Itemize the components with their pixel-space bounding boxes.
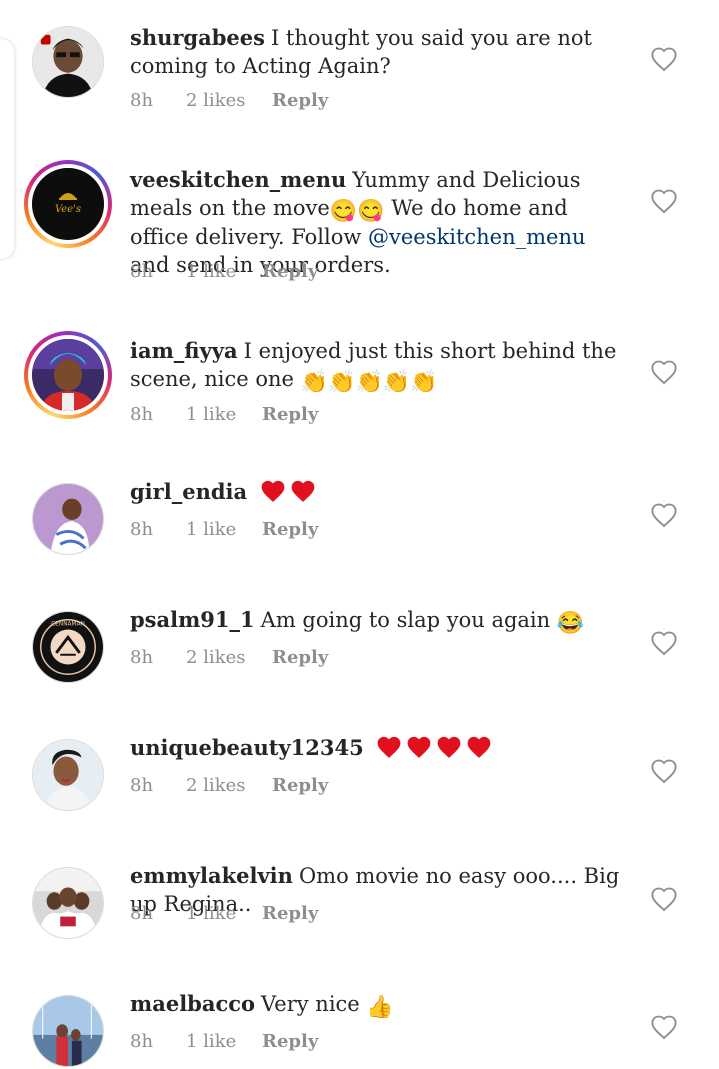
comment-username[interactable]: emmylakelvin [130, 863, 293, 888]
reply-button[interactable]: Reply [262, 903, 318, 924]
comment-time: 8h [130, 519, 154, 540]
avatar-photo [33, 27, 103, 97]
emoji: 👍 [366, 995, 394, 1020]
comment-time: 8h [130, 90, 154, 111]
avatar-photo [33, 868, 103, 938]
comment-likes[interactable]: 1 like [186, 261, 262, 282]
reply-button[interactable]: Reply [262, 404, 318, 425]
red-heart-icon [438, 736, 461, 758]
reply-button[interactable]: Reply [262, 519, 318, 540]
heart-outline-icon[interactable] [650, 502, 678, 528]
red-hearts [376, 736, 496, 760]
comment-time: 8h [130, 775, 154, 796]
comment-username[interactable]: girl_endia [130, 479, 247, 504]
comment-likes[interactable]: 1 like [186, 519, 262, 540]
comment-username[interactable]: veeskitchen_menu [130, 167, 346, 192]
comment-username[interactable]: shurgabees [130, 25, 265, 50]
mention-link[interactable]: @veeskitchen_menu [368, 225, 586, 249]
comment-time: 8h [130, 903, 154, 924]
comment-text: Very nice [261, 992, 360, 1016]
avatar[interactable] [32, 739, 104, 811]
red-heart-icon [291, 480, 315, 502]
reply-button[interactable]: Reply [272, 647, 328, 668]
comment-username[interactable]: uniquebeauty12345 [130, 735, 364, 760]
reply-button[interactable]: Reply [262, 1031, 318, 1052]
heart-outline-icon[interactable] [650, 1014, 678, 1040]
comment-time: 8h [130, 1031, 154, 1052]
comment-text: Am going to slap you again [260, 608, 551, 632]
red-heart-icon [261, 480, 285, 502]
reply-button[interactable]: Reply [272, 775, 328, 796]
reply-button[interactable]: Reply [262, 261, 318, 282]
comment-time: 8h [130, 647, 154, 668]
avatar[interactable] [32, 995, 104, 1067]
emoji: 😂 [556, 611, 585, 636]
comment-username[interactable]: iam_fiyya [130, 338, 238, 363]
avatar[interactable]: CENNAMAN [32, 611, 104, 683]
heart-outline-icon[interactable] [650, 758, 678, 784]
reply-button[interactable]: Reply [272, 90, 328, 111]
heart-outline-icon[interactable] [650, 359, 678, 385]
comment-likes[interactable]: 1 like [186, 1031, 262, 1052]
comment-likes[interactable]: 2 likes [186, 647, 272, 668]
heart-outline-icon[interactable] [650, 886, 678, 912]
red-hearts [260, 480, 320, 504]
comment-likes[interactable]: 1 like [186, 404, 262, 425]
comment-likes[interactable]: 2 likes [186, 775, 272, 796]
avatar[interactable] [32, 867, 104, 939]
comment-likes[interactable]: 1 like [186, 903, 262, 924]
avatar[interactable] [32, 26, 104, 98]
heart-outline-icon[interactable] [650, 188, 678, 214]
partial-side-panel [0, 38, 15, 260]
heart-outline-icon[interactable] [650, 630, 678, 656]
avatar-photo [33, 740, 103, 810]
avatar-photo [32, 339, 104, 411]
comment-likes[interactable]: 2 likes [186, 90, 272, 111]
avatar[interactable]: Vee's [24, 160, 112, 248]
avatar-photo [33, 484, 103, 554]
emoji: 👏👏👏👏👏 [300, 370, 438, 395]
avatar-photo [33, 996, 103, 1066]
red-heart-icon [468, 736, 491, 758]
emoji: 😋😋 [329, 199, 385, 224]
red-heart-icon [378, 736, 401, 758]
heart-outline-icon[interactable] [650, 46, 678, 72]
red-heart-icon [408, 736, 431, 758]
comment-time: 8h [130, 404, 154, 425]
avatar[interactable] [32, 483, 104, 555]
vees-logo-text: Vee's [55, 204, 81, 215]
cennaman-records-logo: CENNAMAN [33, 612, 103, 682]
comment-username[interactable]: psalm91_1 [130, 607, 255, 632]
comment-time: 8h [130, 261, 154, 282]
comment-username[interactable]: maelbacco [130, 991, 255, 1016]
cennaman-logo-text: CENNAMAN [51, 622, 85, 628]
avatar[interactable] [24, 331, 112, 419]
vees-kitchen-logo: Vee's [32, 168, 104, 240]
